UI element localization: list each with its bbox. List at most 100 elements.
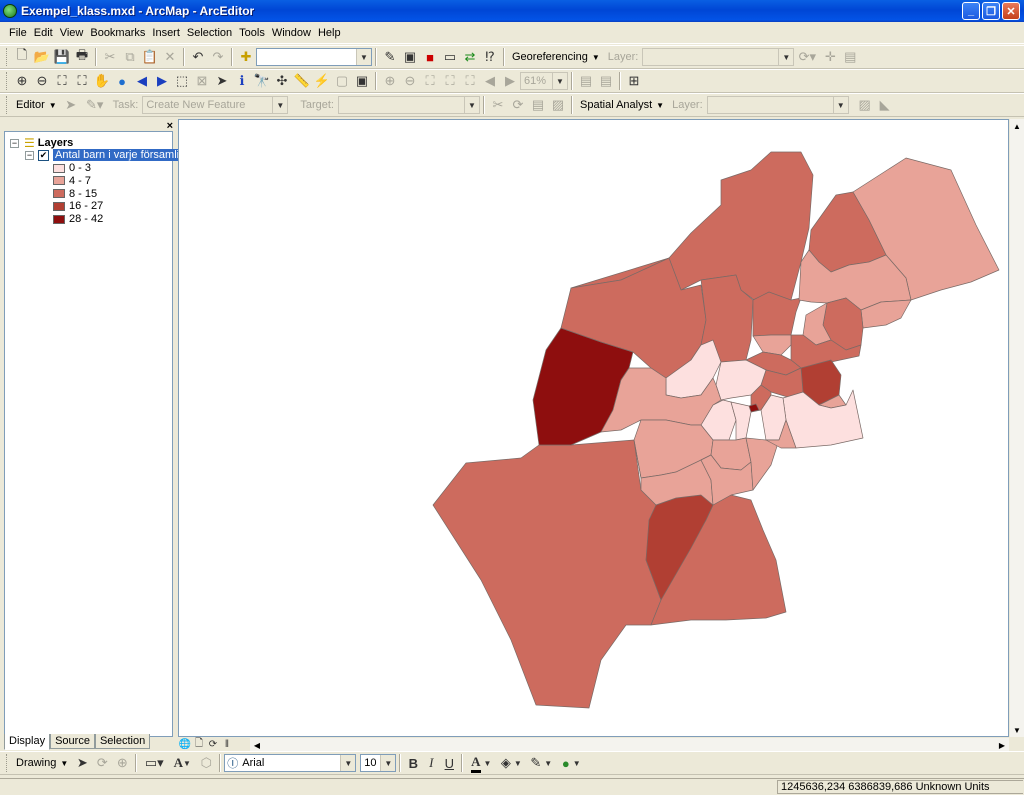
add-data-icon[interactable]: ✚	[236, 47, 256, 67]
text-tool-button[interactable]: A ▼	[168, 753, 196, 773]
underline-button[interactable]: U	[440, 753, 458, 773]
rotate-feature-icon[interactable]: ⟳	[508, 95, 528, 115]
new-document-icon[interactable]: 🗋	[12, 47, 32, 67]
map-view[interactable]	[178, 119, 1009, 737]
cut-icon[interactable]: ✂	[100, 47, 120, 67]
undo-icon[interactable]: ↶	[188, 47, 208, 67]
rotate-element-icon[interactable]: ⟳	[92, 753, 112, 773]
find-icon[interactable]: 🔭	[252, 71, 272, 91]
menu-window[interactable]: Window	[269, 27, 314, 39]
menu-selection[interactable]: Selection	[184, 27, 235, 39]
scroll-right-arrow[interactable]: ▶	[995, 738, 1009, 752]
font-size-combo[interactable]: 10 ▼	[360, 754, 397, 772]
forward-extent-icon[interactable]: ▶	[152, 71, 172, 91]
zoom-in-icon[interactable]: ⊕	[12, 71, 32, 91]
toc-layer[interactable]: − ✔ Antal barn i varje församling	[25, 149, 194, 161]
layout-zoom-in-icon[interactable]: ⊕	[380, 71, 400, 91]
attributes-icon[interactable]: ▤	[528, 95, 548, 115]
menu-insert[interactable]: Insert	[149, 27, 183, 39]
task-combo[interactable]: Create New Feature ▼	[142, 96, 289, 114]
font-color-button[interactable]: A ▼	[466, 753, 496, 773]
delete-icon[interactable]: ✕	[160, 47, 180, 67]
copy-icon[interactable]: ⧉	[120, 47, 140, 67]
html-popup-icon[interactable]: ▢	[332, 71, 352, 91]
bold-button[interactable]: B	[404, 753, 422, 773]
layout-pan-icon[interactable]: ⛶	[420, 71, 440, 91]
legend-class[interactable]: 8 - 15	[53, 188, 97, 200]
line-color-icon[interactable]: ✎ ▼	[526, 753, 556, 773]
view-link-table-icon[interactable]: ▤	[840, 47, 860, 67]
map-vertical-scrollbar[interactable]: ▲ ▼	[1009, 119, 1024, 737]
scroll-down-arrow[interactable]: ▼	[1010, 723, 1024, 737]
clear-selection-icon[interactable]: ⊠	[192, 71, 212, 91]
scroll-left-arrow[interactable]: ◀	[250, 738, 264, 752]
target-combo[interactable]: ▼	[338, 96, 480, 114]
command-line-icon[interactable]: ▭	[440, 47, 460, 67]
edit-vertices-icon[interactable]: ⬡	[196, 753, 216, 773]
redo-icon[interactable]: ↷	[208, 47, 228, 67]
menu-tools[interactable]: Tools	[236, 27, 268, 39]
time-slider-icon[interactable]: ▣	[352, 71, 372, 91]
sketch-properties-icon[interactable]: ▨	[548, 95, 568, 115]
legend-class[interactable]: 0 - 3	[53, 162, 91, 174]
layer-visibility-checkbox[interactable]: ✔	[38, 149, 49, 161]
fixed-zoom-in-icon[interactable]: ⛶	[52, 71, 72, 91]
rotate-tool-icon[interactable]: ⟳▾	[794, 47, 820, 67]
legend-class[interactable]: 16 - 27	[53, 200, 103, 212]
marker-color-icon[interactable]: ● ▼	[556, 753, 586, 773]
legend-class[interactable]: 4 - 7	[53, 175, 91, 187]
fixed-zoom-out-icon[interactable]: ⛶	[72, 71, 92, 91]
tab-selection[interactable]: Selection	[94, 734, 151, 749]
contour-icon[interactable]: ▨	[855, 95, 875, 115]
editor-toolbar-icon[interactable]: ✎	[380, 47, 400, 67]
histogram-icon[interactable]: ◣	[875, 95, 895, 115]
identify-icon[interactable]: ℹ	[232, 71, 252, 91]
collapse-icon[interactable]: −	[25, 150, 34, 160]
toggle-draft-mode-icon[interactable]: ▤	[576, 71, 596, 91]
menu-bookmarks[interactable]: Bookmarks	[87, 27, 148, 39]
zoom-100-icon[interactable]: ⛶	[460, 71, 480, 91]
zoom-whole-page-icon[interactable]: ⛶	[440, 71, 460, 91]
collapse-icon[interactable]: −	[10, 138, 19, 148]
edit-tool-icon[interactable]: ➤	[61, 95, 81, 115]
menu-view[interactable]: View	[57, 27, 87, 39]
map-horizontal-scrollbar[interactable]: ◀ ▶	[250, 737, 1009, 751]
select-elements-icon[interactable]: ➤	[212, 71, 232, 91]
georeferencing-menu[interactable]: Georeferencing ▼	[508, 47, 604, 67]
print-icon[interactable]: 🖶	[72, 47, 92, 67]
scroll-up-arrow[interactable]: ▲	[1010, 119, 1024, 133]
toolbar-grip[interactable]	[6, 48, 9, 66]
save-icon[interactable]: 💾	[52, 47, 72, 67]
split-tool-icon[interactable]: ✂	[488, 95, 508, 115]
layout-zoom-out-icon[interactable]: ⊖	[400, 71, 420, 91]
select-elements-icon[interactable]: ➤	[72, 753, 92, 773]
legend-class[interactable]: 28 - 42	[53, 213, 103, 225]
model-builder-icon[interactable]: ⇄	[460, 47, 480, 67]
layout-forward-icon[interactable]: ▶	[500, 71, 520, 91]
arccatalog-icon[interactable]: ▣	[400, 47, 420, 67]
menu-file[interactable]: File	[6, 27, 30, 39]
sketch-tool-icon[interactable]: ✎▾	[81, 95, 109, 115]
parish-choropleth-map[interactable]	[179, 120, 1008, 736]
italic-button[interactable]: I	[422, 753, 440, 773]
tab-display[interactable]: Display	[4, 734, 51, 750]
zoom-percent-combo[interactable]: 61% ▼	[520, 72, 568, 90]
menu-help[interactable]: Help	[315, 27, 344, 39]
full-extent-icon[interactable]: ●	[112, 71, 132, 91]
zoom-to-selected-elements-icon[interactable]: ⊕	[112, 753, 132, 773]
add-control-points-icon[interactable]: ✛	[820, 47, 840, 67]
font-name-combo[interactable]: Ⓘ Arial ▼	[224, 754, 357, 772]
editor-menu[interactable]: Editor ▼	[12, 95, 61, 115]
map-scale-combo[interactable]: ▼	[256, 48, 372, 66]
maximize-button[interactable]: ❐	[982, 2, 1000, 20]
go-to-xy-icon[interactable]: ✣	[272, 71, 292, 91]
georef-layer-combo[interactable]: ▼	[642, 48, 795, 66]
change-layout-icon[interactable]: ⊞	[624, 71, 644, 91]
arctoolbox-icon[interactable]: ■	[420, 47, 440, 67]
pan-icon[interactable]: ✋	[92, 71, 112, 91]
layer-name[interactable]: Antal barn i varje församling	[53, 149, 194, 161]
paste-icon[interactable]: 📋	[140, 47, 160, 67]
spatial-analyst-layer-combo[interactable]: ▼	[706, 96, 849, 114]
fill-color-icon[interactable]: ◈ ▼	[496, 753, 526, 773]
select-features-icon[interactable]: ⬚	[172, 71, 192, 91]
